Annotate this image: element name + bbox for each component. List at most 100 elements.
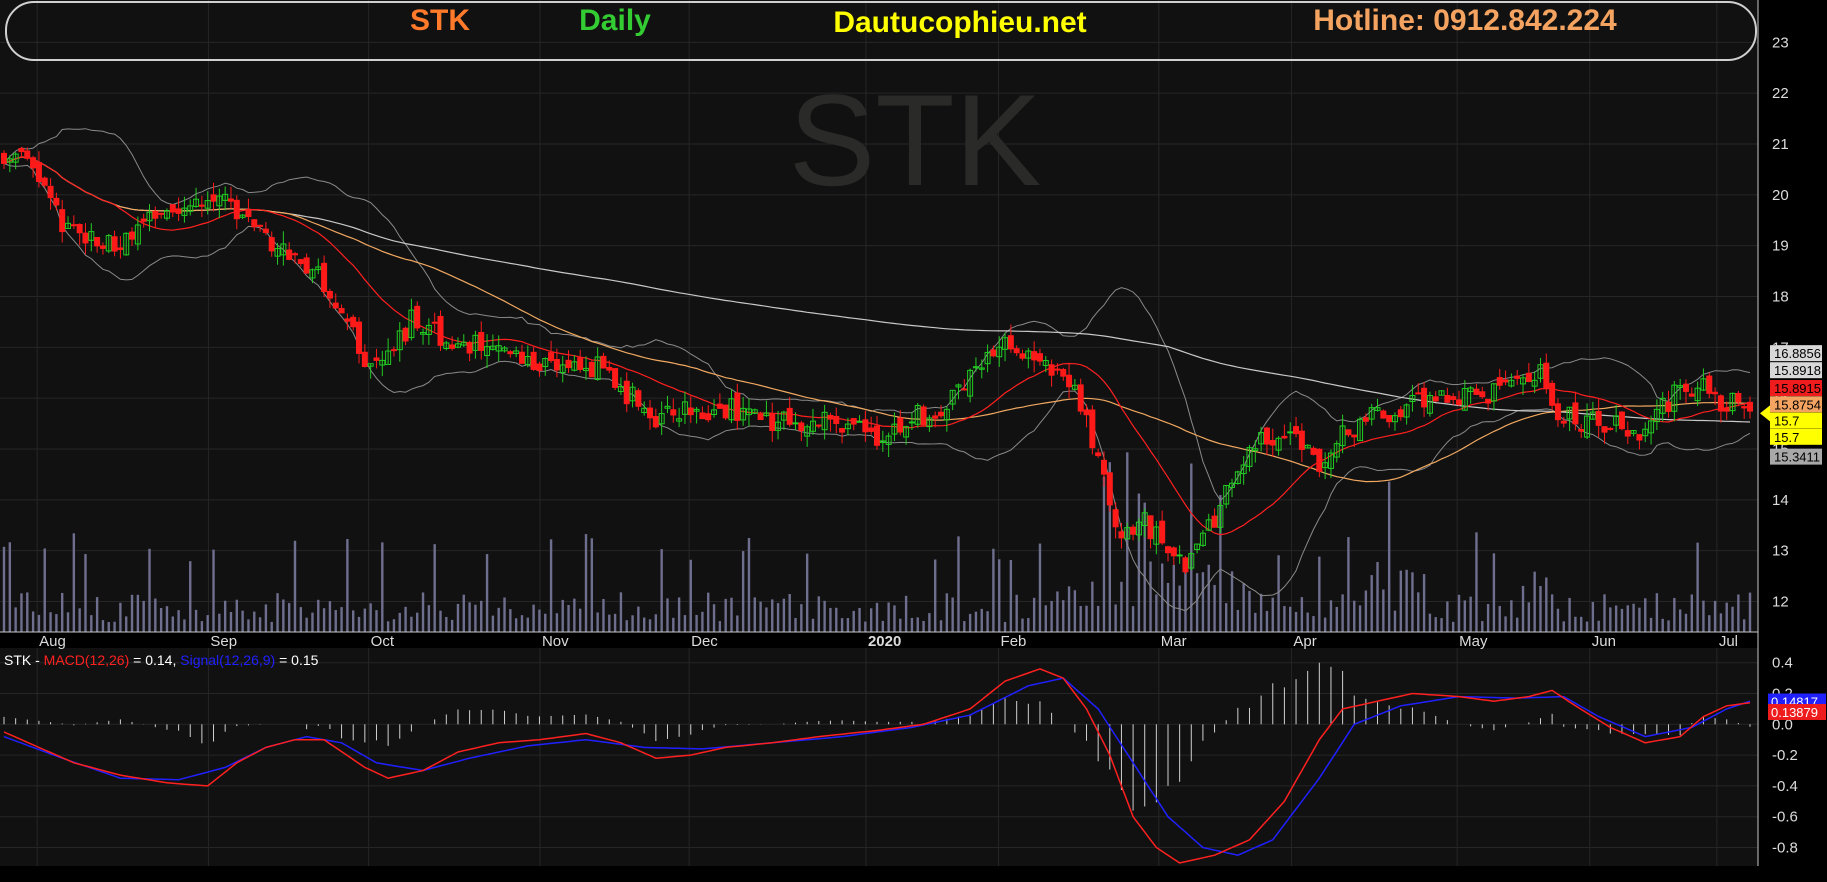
volume-bar bbox=[1376, 562, 1379, 632]
volume-bar bbox=[1329, 600, 1333, 632]
macd-legend-prefix: STK - bbox=[4, 652, 44, 668]
candle-down bbox=[1421, 387, 1428, 408]
candle-down bbox=[1112, 509, 1119, 528]
candle-down bbox=[1496, 377, 1503, 386]
volume-bar bbox=[235, 599, 238, 632]
candle-down bbox=[716, 403, 723, 409]
volume-bar bbox=[701, 611, 704, 632]
volume-bar bbox=[253, 611, 256, 632]
candle-down bbox=[175, 208, 182, 214]
volume-bar bbox=[1370, 575, 1373, 632]
volume-bar bbox=[771, 599, 774, 632]
candle-down bbox=[1607, 427, 1614, 430]
candle-down bbox=[1269, 439, 1276, 446]
candle-down bbox=[1549, 382, 1556, 406]
volume-bar bbox=[468, 602, 471, 632]
volume-bar bbox=[945, 593, 949, 632]
volume-bar bbox=[450, 619, 454, 632]
volume-bar bbox=[584, 534, 588, 632]
volume-bar bbox=[95, 597, 99, 632]
volume-bar bbox=[1737, 594, 1740, 632]
volume-bar bbox=[1504, 616, 1507, 632]
candle-down bbox=[1095, 452, 1102, 457]
candle-down bbox=[635, 390, 642, 407]
candle-down bbox=[1723, 408, 1730, 412]
candle-down bbox=[1060, 369, 1067, 377]
candle-down bbox=[350, 316, 357, 328]
x-axis-label: Feb bbox=[1001, 633, 1027, 650]
volume-bar bbox=[287, 603, 291, 632]
candle-down bbox=[1665, 401, 1672, 412]
candle-down bbox=[169, 204, 176, 213]
volume-bar bbox=[497, 607, 500, 632]
volume-bar bbox=[1533, 571, 1536, 632]
candle-down bbox=[1415, 392, 1422, 395]
volume-bar bbox=[1149, 561, 1152, 632]
candle-down bbox=[786, 407, 793, 425]
volume-bar bbox=[654, 614, 658, 632]
candle-down bbox=[1351, 434, 1358, 438]
candle-down bbox=[1007, 335, 1014, 350]
volume-bar bbox=[951, 597, 954, 632]
volume-bar bbox=[1335, 606, 1338, 632]
volume-bar bbox=[1085, 605, 1088, 632]
header-hotline: Hotline: 0912.842.224 bbox=[1313, 4, 1617, 37]
volume-bar bbox=[1102, 476, 1106, 632]
candle-down bbox=[344, 318, 351, 322]
volume-bar bbox=[1527, 602, 1531, 632]
volume-bar bbox=[1399, 570, 1402, 632]
volume-bar bbox=[421, 592, 425, 632]
volume-bar bbox=[1620, 608, 1624, 632]
candle-down bbox=[1706, 375, 1713, 394]
candle-down bbox=[1525, 372, 1532, 382]
volume-bar bbox=[1015, 594, 1018, 632]
candle-down bbox=[868, 427, 875, 432]
candle-down bbox=[1682, 383, 1689, 392]
macd-tags: 0.148170.13879 bbox=[1768, 693, 1826, 720]
volume-bar bbox=[200, 621, 204, 632]
volume-bar bbox=[1306, 612, 1309, 632]
candle-down bbox=[286, 249, 293, 260]
volume-bar bbox=[759, 601, 762, 632]
volume-bar bbox=[1364, 590, 1368, 632]
candle-down bbox=[53, 197, 60, 206]
candle-down bbox=[70, 224, 77, 227]
volume-bar bbox=[1277, 555, 1280, 632]
candle-down bbox=[1712, 391, 1719, 395]
volume-bar bbox=[1300, 597, 1304, 632]
volume-bar bbox=[485, 554, 489, 632]
candle-down bbox=[1170, 547, 1177, 557]
volume-bar bbox=[305, 617, 308, 632]
price-tick-label: 14 bbox=[1772, 492, 1789, 509]
volume-bar bbox=[1120, 581, 1123, 632]
volume-bar bbox=[1731, 606, 1734, 632]
volume-bar bbox=[1498, 605, 1501, 632]
candle-down bbox=[233, 199, 240, 220]
volume-bar bbox=[1521, 585, 1525, 632]
volume-bar bbox=[381, 542, 384, 632]
macd-tick-label: -0.2 bbox=[1772, 747, 1798, 764]
volume-bar bbox=[608, 614, 611, 632]
candle-up bbox=[1287, 431, 1294, 434]
volume-bar bbox=[1417, 592, 1420, 632]
volume-bar bbox=[1475, 532, 1478, 632]
candle-down bbox=[1717, 395, 1724, 412]
candle-down bbox=[1019, 353, 1026, 359]
volume-bar bbox=[1702, 600, 1705, 632]
volume-bar bbox=[352, 610, 355, 632]
candle-down bbox=[478, 331, 485, 351]
volume-bar bbox=[1713, 600, 1717, 632]
volume-bar bbox=[648, 619, 652, 632]
header-period: Daily bbox=[579, 4, 651, 37]
candle-down bbox=[210, 194, 217, 202]
volume-bar bbox=[14, 607, 17, 632]
volume-bar bbox=[677, 597, 681, 632]
candle-down bbox=[35, 161, 42, 182]
x-axis-label: Jul bbox=[1719, 633, 1738, 650]
volume-bar bbox=[794, 617, 797, 632]
price-tick-label: 12 bbox=[1772, 594, 1789, 611]
candle-down bbox=[198, 204, 205, 207]
x-axis-label: Jun bbox=[1592, 633, 1616, 650]
macd-tag-label: 0.13879 bbox=[1771, 705, 1818, 720]
macd-tick-label: -0.4 bbox=[1772, 778, 1798, 795]
